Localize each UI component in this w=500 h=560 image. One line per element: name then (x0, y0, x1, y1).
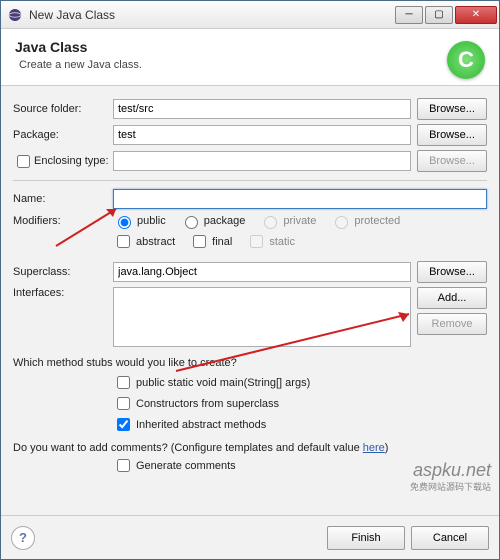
dialog-header: Java Class Create a new Java class. C (1, 29, 499, 86)
header-subtitle: Create a new Java class. (19, 59, 485, 71)
radio-private: private (259, 213, 316, 229)
source-folder-input[interactable] (113, 99, 411, 119)
titlebar[interactable]: New Java Class ─ ▢ ✕ (1, 1, 499, 29)
package-input[interactable] (113, 125, 411, 145)
browse-source-button[interactable]: Browse... (417, 98, 487, 120)
dialog-body: Source folder: Browse... Package: Browse… (1, 86, 499, 515)
enclosing-type-checkbox-label[interactable]: Enclosing type: (13, 152, 113, 171)
radio-package[interactable]: package (180, 213, 246, 229)
superclass-input[interactable] (113, 262, 411, 282)
checkbox-final[interactable]: final (189, 232, 232, 251)
name-label: Name: (13, 193, 113, 205)
remove-interface-button: Remove (417, 313, 487, 335)
enclosing-type-label: Enclosing type: (34, 155, 109, 167)
stub-main-checkbox[interactable]: public static void main(String[] args) (113, 373, 487, 392)
package-label: Package: (13, 129, 113, 141)
browse-package-button[interactable]: Browse... (417, 124, 487, 146)
radio-protected: protected (330, 213, 400, 229)
stub-constructors-checkbox[interactable]: Constructors from superclass (113, 394, 487, 413)
source-folder-label: Source folder: (13, 103, 113, 115)
superclass-label: Superclass: (13, 266, 113, 278)
stubs-question: Which method stubs would you like to cre… (13, 357, 487, 369)
access-modifier-group: public package private protected (113, 213, 400, 229)
watermark-subtext: 免费网站源码下载站 (410, 480, 491, 493)
separator (13, 180, 487, 181)
help-icon[interactable]: ? (11, 526, 35, 550)
window-title: New Java Class (29, 8, 395, 22)
other-modifiers-group: abstract final static (113, 232, 487, 251)
browse-superclass-button[interactable]: Browse... (417, 261, 487, 283)
watermark-text: aspku.net (413, 460, 491, 481)
interfaces-label: Interfaces: (13, 287, 113, 299)
finish-button[interactable]: Finish (327, 526, 405, 550)
stub-inherited-checkbox[interactable]: Inherited abstract methods (113, 415, 487, 434)
browse-enclosing-button: Browse... (417, 150, 487, 172)
enclosing-type-checkbox[interactable] (17, 155, 30, 168)
checkbox-abstract[interactable]: abstract (113, 232, 175, 251)
dialog-footer: ? Finish Cancel (1, 515, 499, 559)
comments-question: Do you want to add comments? (Configure … (13, 442, 487, 454)
add-interface-button[interactable]: Add... (417, 287, 487, 309)
class-icon: C (447, 41, 485, 79)
minimize-button[interactable]: ─ (395, 6, 423, 24)
enclosing-type-input (113, 151, 411, 171)
name-input[interactable] (113, 189, 487, 209)
radio-public[interactable]: public (113, 213, 166, 229)
modifiers-label: Modifiers: (13, 215, 113, 227)
interfaces-list[interactable] (113, 287, 411, 347)
close-button[interactable]: ✕ (455, 6, 497, 24)
configure-templates-link[interactable]: here (363, 442, 385, 454)
dialog-window: New Java Class ─ ▢ ✕ Java Class Create a… (0, 0, 500, 560)
checkbox-static: static (246, 232, 295, 251)
eclipse-icon (7, 7, 23, 23)
maximize-button[interactable]: ▢ (425, 6, 453, 24)
cancel-button[interactable]: Cancel (411, 526, 489, 550)
header-title: Java Class (15, 39, 485, 55)
